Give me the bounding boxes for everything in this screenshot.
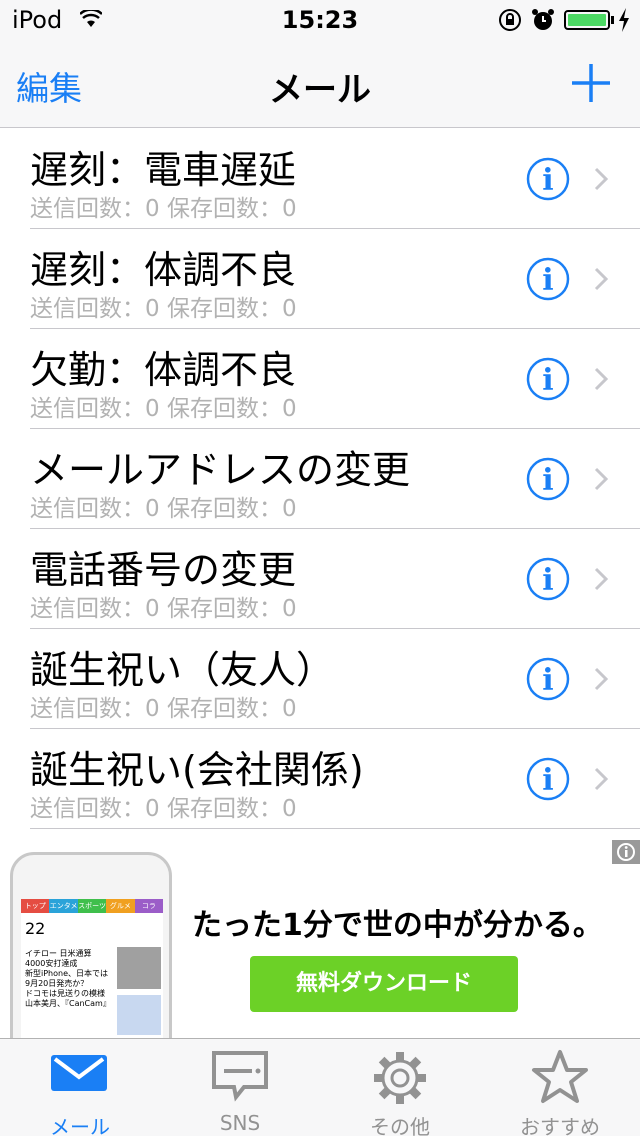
tab-recommended[interactable]: おすすめ — [480, 1039, 640, 1139]
ad-phone-tab: スポーツ — [77, 899, 107, 913]
row-stats: 送信回数：0 保存回数：0 — [30, 596, 297, 622]
ad-news-line: 新型iPhone、日本では — [25, 969, 109, 978]
ad-news-line: イチロー 日米通算 — [25, 949, 92, 958]
page-title: メール — [269, 70, 371, 110]
chevron-right-icon — [594, 467, 608, 491]
svg-text:i: i — [542, 163, 553, 198]
info-icon[interactable]: i — [526, 357, 570, 401]
tab-label: SNS — [219, 1111, 261, 1135]
ad-phone-tab: エンタメ — [49, 899, 78, 913]
ad-headline: たった1分で世の中が分かる。 — [192, 908, 603, 943]
table-row[interactable]: 欠勤：体調不良送信回数：0 保存回数：0 i — [0, 329, 640, 429]
table-row[interactable]: 誕生祝い(会社関係) 送信回数：0 保存回数：0 i — [0, 729, 640, 829]
row-title: メールアドレスの変更 — [30, 448, 411, 492]
info-icon[interactable]: i — [526, 457, 570, 501]
row-stats: 送信回数：0 保存回数：0 — [30, 696, 297, 722]
tab-mail[interactable]: メール — [0, 1039, 160, 1139]
svg-text:i: i — [542, 463, 553, 498]
mail-icon — [51, 1055, 107, 1091]
info-icon[interactable]: i — [526, 557, 570, 601]
ad-phone-tab: トップ — [21, 899, 50, 913]
ad-banner[interactable]: トップ エンタメ スポーツ グルメ コラ 22 イチロー 日米通算 4000安打… — [0, 838, 640, 1038]
row-title: 欠勤：体調不良 — [30, 348, 297, 392]
tab-other[interactable]: その他 — [320, 1039, 480, 1139]
navigation-bar: 編集 メール — [0, 40, 640, 128]
svg-text:i: i — [542, 663, 553, 698]
ad-phone-date: 22 — [25, 919, 46, 938]
chevron-right-icon — [594, 267, 608, 291]
ad-news-photo — [117, 947, 161, 989]
battery-fill — [568, 14, 606, 26]
svg-text:i: i — [542, 263, 553, 298]
row-stats: 送信回数：0 保存回数：0 — [30, 496, 297, 522]
tab-bar: メール SNS その他 おすすめ — [0, 1038, 640, 1139]
info-icon[interactable]: i — [526, 257, 570, 301]
row-stats: 送信回数：0 保存回数：0 — [30, 396, 297, 422]
charging-icon — [619, 8, 629, 32]
ad-download-button[interactable]: 無料ダウンロード — [250, 956, 518, 1012]
star-icon — [532, 1050, 588, 1103]
row-title: 遅刻：電車遅延 — [30, 148, 297, 192]
row-title: 電話番号の変更 — [30, 548, 297, 592]
ad-phone-news: イチロー 日米通算 4000安打達成 新型iPhone、日本では 9月20日発売… — [25, 949, 111, 1009]
chevron-right-icon — [594, 767, 608, 791]
gear-icon — [374, 1052, 426, 1104]
row-stats: 送信回数：0 保存回数：0 — [30, 296, 297, 322]
svg-text:i: i — [542, 563, 553, 598]
ad-phone-image: トップ エンタメ スポーツ グルメ コラ 22 イチロー 日米通算 4000安打… — [10, 852, 172, 1038]
row-title: 遅刻：体調不良 — [30, 248, 297, 292]
row-stats: 送信回数：0 保存回数：0 — [30, 796, 297, 822]
info-icon[interactable]: i — [526, 657, 570, 701]
chevron-right-icon — [594, 567, 608, 591]
row-title: 誕生祝い(会社関係) — [30, 748, 364, 792]
table-row[interactable]: メールアドレスの変更送信回数：0 保存回数：0 i — [0, 429, 640, 529]
table-row[interactable]: 電話番号の変更送信回数：0 保存回数：0 i — [0, 529, 640, 629]
ad-info-icon[interactable] — [612, 840, 640, 864]
ad-news-line: 9月20日発売か？ — [25, 979, 89, 988]
status-bar: iPod 15:23 — [0, 0, 640, 40]
chevron-right-icon — [594, 367, 608, 391]
info-icon[interactable]: i — [526, 757, 570, 801]
ad-news-line: 4000安打達成 — [25, 959, 78, 968]
battery-tip — [611, 16, 614, 24]
ad-phone-tab: コラ — [134, 899, 163, 913]
chat-bubble-icon — [212, 1051, 268, 1102]
mail-template-list: 遅刻：電車遅延 送信回数：0 保存回数：0 i 遅刻：体調不良 送信回数：0 保存回数：… — [0, 129, 640, 829]
ad-phone-tabs: トップ エンタメ スポーツ グルメ コラ — [21, 899, 163, 913]
battery-icon — [564, 10, 610, 30]
alarm-icon — [532, 9, 554, 30]
ad-phone-tab: グルメ — [106, 899, 135, 913]
chevron-right-icon — [594, 167, 608, 191]
tab-sns[interactable]: SNS — [160, 1039, 320, 1136]
ad-news-line: 山本美月、『CanCam』 — [25, 999, 111, 1008]
row-title: 誕生祝い（友人） — [30, 648, 335, 692]
plus-icon[interactable] — [568, 60, 614, 106]
table-row[interactable]: 遅刻：電車遅延送信回数：0 保存回数：0 i — [0, 129, 640, 229]
info-icon[interactable]: i — [526, 157, 570, 201]
ad-news-line: ドコモは見送りの模様 — [25, 989, 105, 998]
ad-news-photo — [117, 995, 161, 1035]
ad-phone-screen: トップ エンタメ スポーツ グルメ コラ 22 イチロー 日米通算 4000安打… — [21, 899, 163, 1038]
table-row[interactable]: 遅刻：体調不良送信回数：0 保存回数：0 i — [0, 229, 640, 329]
chevron-right-icon — [594, 667, 608, 691]
orientation-lock-icon — [499, 9, 521, 31]
svg-text:i: i — [542, 763, 553, 798]
row-stats: 送信回数：0 保存回数：0 — [30, 196, 297, 222]
svg-text:i: i — [542, 363, 553, 398]
table-row[interactable]: 誕生祝い（友人） 送信回数：0 保存回数：0 i — [0, 629, 640, 729]
